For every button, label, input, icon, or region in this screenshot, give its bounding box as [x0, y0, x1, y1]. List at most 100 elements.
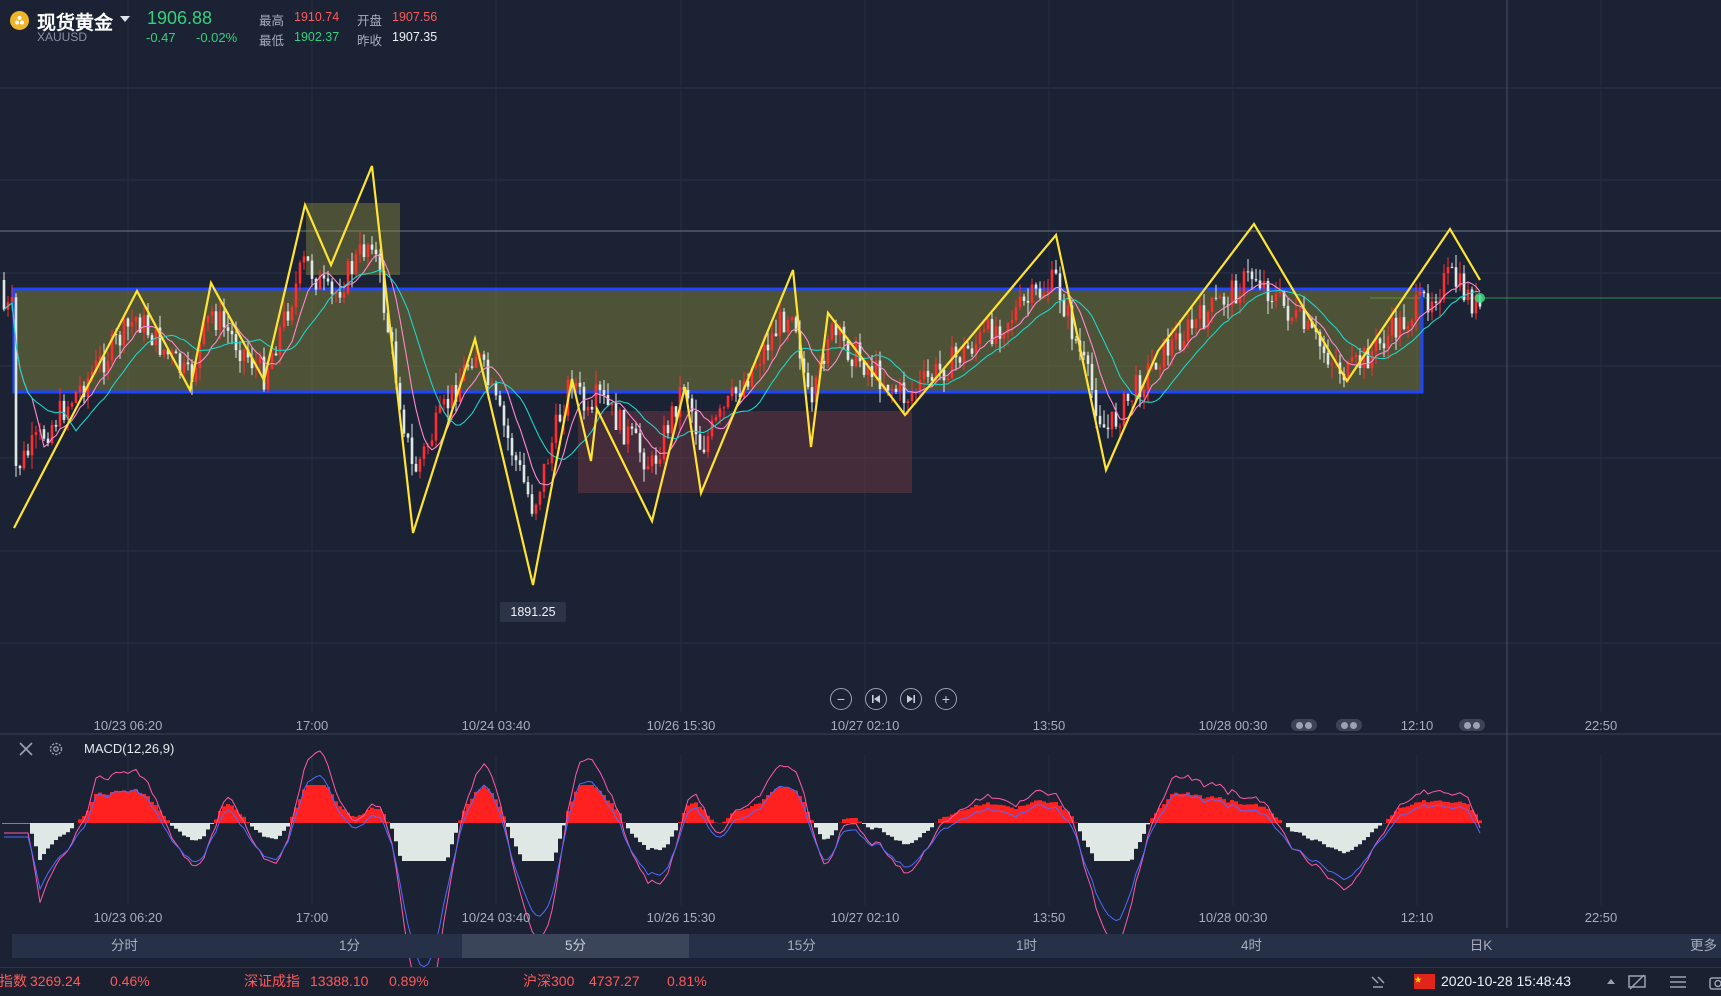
settings-gear-icon[interactable] — [48, 741, 64, 757]
macd-bar — [98, 793, 102, 823]
candle-body — [271, 354, 274, 370]
macd-bar — [170, 823, 174, 826]
drawing-toggle-pill[interactable] — [1336, 719, 1362, 731]
macd-bar — [670, 823, 674, 837]
candle-body — [75, 392, 78, 403]
candle-body — [211, 311, 214, 316]
skip-forward-button[interactable] — [900, 688, 922, 710]
period-tab-5m[interactable]: 5分 — [462, 934, 689, 958]
macd-bar — [778, 787, 782, 823]
macd-bar — [402, 823, 406, 861]
gold-coin-icon — [10, 11, 29, 30]
macd-bar — [10, 823, 14, 824]
candle-body — [727, 396, 730, 407]
candle-body — [135, 317, 138, 322]
candle-body — [143, 315, 146, 332]
candle-body — [1435, 301, 1438, 302]
open-value: 1907.56 — [392, 10, 437, 24]
macd-x-axis-label: 17:00 — [296, 910, 329, 925]
connection-icon[interactable] — [1369, 973, 1387, 991]
macd-bar — [790, 789, 794, 823]
macd-bar — [1358, 823, 1362, 844]
macd-bar — [126, 791, 130, 823]
period-tab-1m[interactable]: 1分 — [237, 934, 462, 958]
macd-bar — [318, 785, 322, 823]
macd-bar — [1130, 823, 1134, 860]
candle-body — [1199, 305, 1202, 319]
skip-back-button[interactable] — [865, 688, 887, 710]
close-icon[interactable] — [17, 740, 35, 758]
macd-bar — [1338, 823, 1342, 851]
candle-body — [1015, 307, 1018, 320]
screen-icon[interactable] — [1627, 973, 1647, 991]
macd-bar — [134, 789, 138, 823]
candle-body — [1211, 298, 1214, 312]
period-tab-15m[interactable]: 15分 — [689, 934, 914, 958]
macd-bar — [990, 805, 994, 823]
period-tab-1h[interactable]: 1时 — [914, 934, 1139, 958]
macd-bar — [1258, 807, 1262, 823]
macd-bar — [842, 819, 846, 823]
candle-body — [279, 327, 282, 355]
candle-body — [1155, 363, 1158, 370]
caret-up-icon[interactable] — [1607, 979, 1615, 984]
menu-list-icon[interactable] — [1669, 974, 1687, 990]
candle-body — [983, 329, 986, 331]
candle-body — [103, 356, 106, 372]
macd-bar — [646, 823, 650, 850]
live-price-dot — [1475, 293, 1485, 303]
macd-bar — [642, 823, 646, 845]
macd-bar — [582, 785, 586, 823]
candle-body — [1447, 267, 1450, 273]
period-tab-daily[interactable]: 日K — [1364, 934, 1598, 958]
macd-bar — [974, 805, 978, 823]
candle-body — [831, 323, 834, 339]
period-tab-4h[interactable]: 4时 — [1139, 934, 1364, 958]
candle-body — [931, 377, 934, 380]
macd-x-axis-label: 10/24 03:40 — [462, 910, 531, 925]
period-tab-more[interactable]: 更多 — [1690, 934, 1721, 958]
candle-body — [715, 417, 718, 420]
macd-bar — [266, 823, 270, 837]
candle-body — [787, 320, 790, 332]
candle-body — [1451, 267, 1454, 268]
candle-body — [11, 297, 14, 302]
macd-bar — [1310, 823, 1314, 840]
period-tab-timeshare[interactable]: 分时 — [12, 934, 237, 958]
drawing-toggle-pill[interactable] — [1459, 719, 1485, 731]
macd-bar — [254, 823, 258, 830]
ticker-value: 4737.27 — [589, 967, 640, 995]
candle-body — [547, 463, 550, 464]
candle-body — [619, 410, 622, 430]
drawing-toggle-pill[interactable] — [1291, 719, 1317, 731]
camera-icon[interactable] — [1709, 974, 1721, 990]
ticker-name[interactable]: 沪深300 — [523, 967, 574, 995]
ticker-name[interactable]: 深证成指 — [244, 967, 300, 995]
candle-body — [675, 406, 678, 416]
macd-bar — [674, 823, 678, 830]
candle-body — [975, 344, 978, 354]
candle-body — [127, 319, 130, 327]
candle-body — [1019, 297, 1022, 308]
macd-bar — [822, 823, 826, 839]
macd-bar — [1178, 794, 1182, 823]
macd-bar — [690, 804, 694, 823]
macd-bar — [1354, 823, 1358, 847]
candle-body — [35, 432, 38, 435]
zoom-out-button[interactable]: − — [830, 688, 852, 710]
macd-bar — [598, 791, 602, 823]
macd-bar — [1110, 823, 1114, 861]
candle-body — [1107, 428, 1110, 430]
zoom-in-button[interactable]: + — [935, 688, 957, 710]
price-chart[interactable] — [0, 0, 1721, 995]
macd-bar — [1434, 801, 1438, 823]
macd-bar — [1126, 823, 1130, 861]
candle-body — [287, 311, 290, 320]
ticker-name[interactable]: 指数 — [0, 967, 27, 995]
chevron-down-icon[interactable] — [120, 16, 130, 22]
candle-body — [1123, 394, 1126, 427]
candle-body — [779, 312, 782, 337]
candle-body — [1383, 343, 1386, 348]
macd-bar — [270, 823, 274, 838]
macd-bar — [626, 823, 630, 828]
